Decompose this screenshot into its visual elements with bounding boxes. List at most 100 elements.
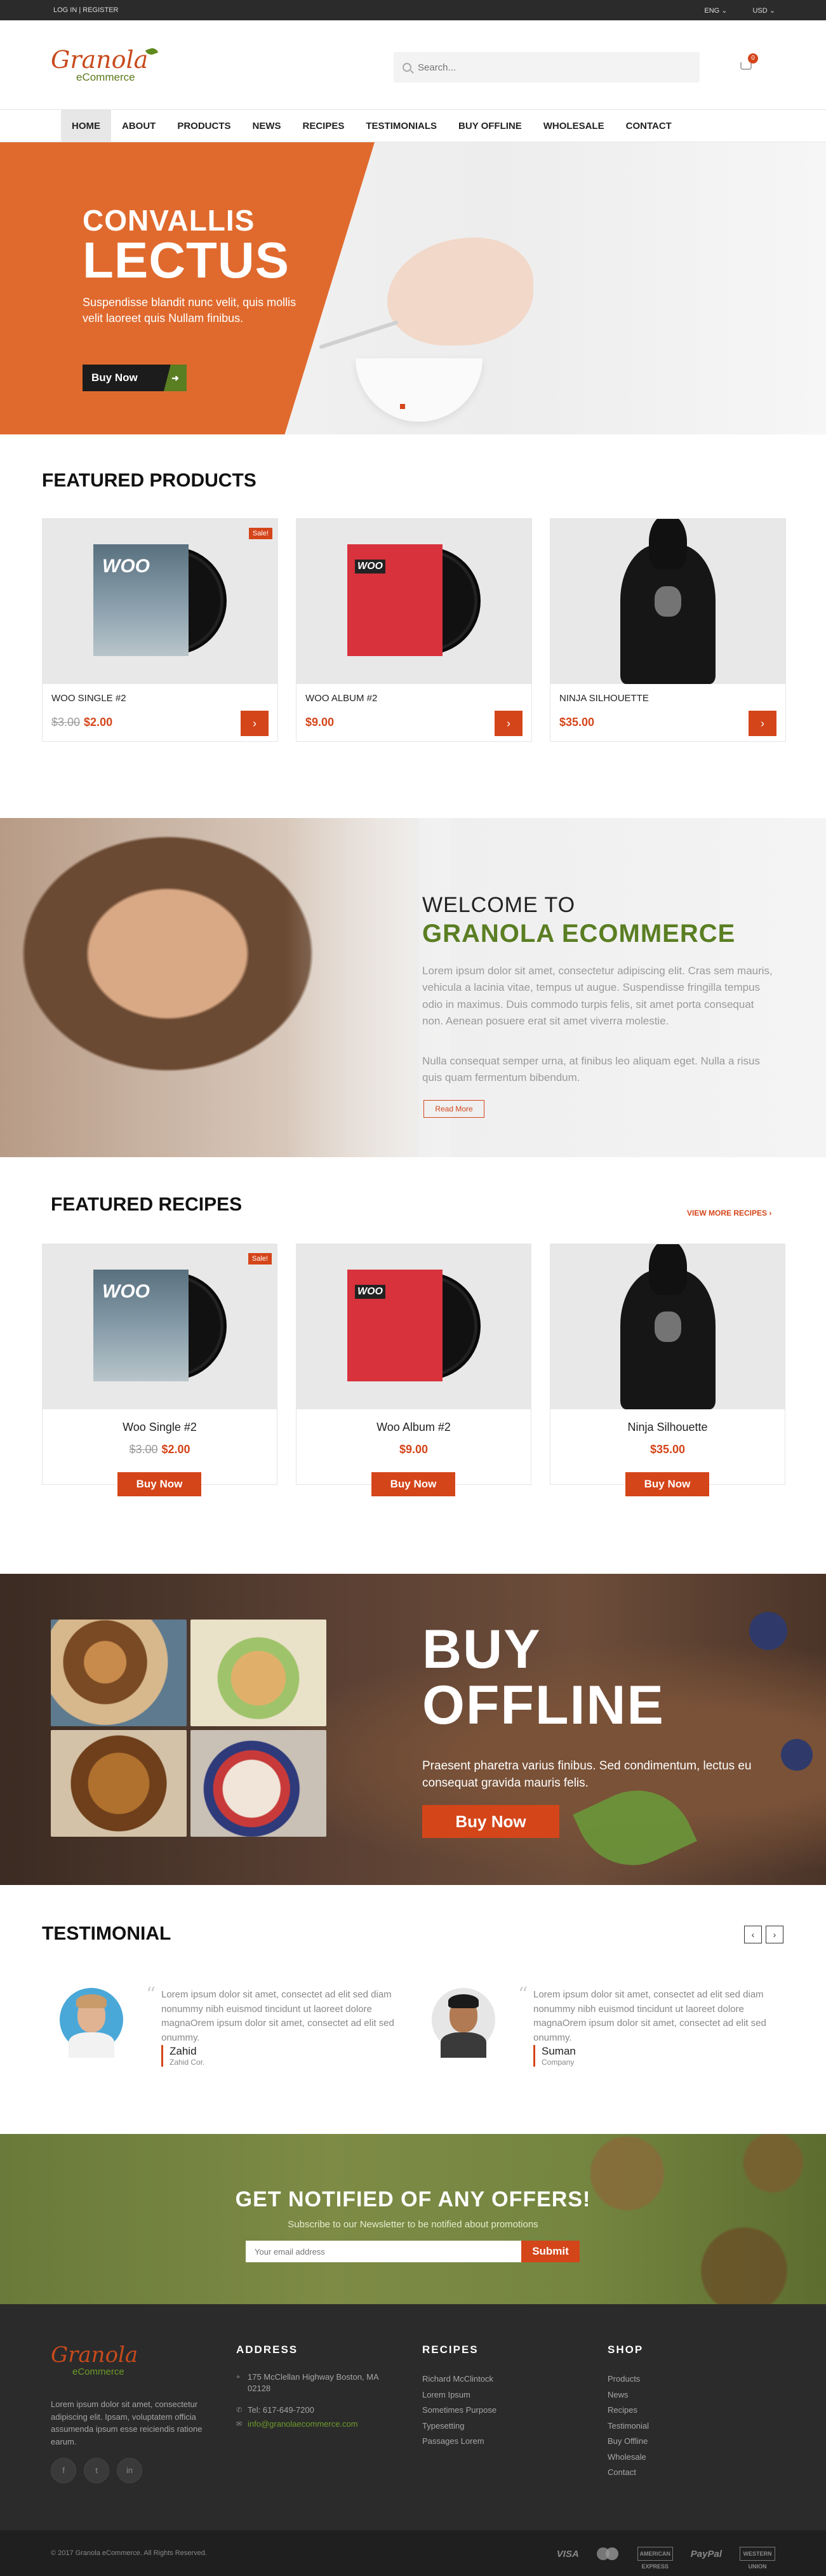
slider-dot[interactable] <box>400 404 405 409</box>
recipe-buy-now-button[interactable]: Buy Now <box>371 1472 455 1496</box>
testimonial-prev-button[interactable]: ‹ <box>744 1926 762 1943</box>
hero-lead: Suspendisse blandit nunc velit, quis mol… <box>83 296 296 325</box>
chevron-right-icon: › <box>253 717 256 730</box>
add-to-cart-button[interactable]: › <box>241 711 269 736</box>
product-card[interactable]: NINJA SILHOUETTE $35.00 › <box>550 518 786 742</box>
footer-recipes-column: RECIPES Richard McClintock Lorem Ipsum S… <box>422 2344 496 2450</box>
recipe-price: $3.00 $2.00 <box>43 1443 277 1456</box>
recipe-card[interactable]: Ninja Silhouette $35.00 <box>550 1244 785 1485</box>
testimonial-next-button[interactable]: › <box>766 1926 783 1943</box>
nav-wholesale[interactable]: WHOLESALE <box>533 110 615 143</box>
footer-shop-link[interactable]: Products <box>608 2371 649 2387</box>
recipe-current-price: $35.00 <box>649 1443 686 1456</box>
search-box <box>394 52 700 83</box>
buy-offline-title-line1: BUY <box>422 1619 542 1680</box>
hero-buy-now-label: Buy Now <box>91 372 138 384</box>
hero-title-big: LECTUS <box>83 232 290 288</box>
footer-logo-subtitle: eCommerce <box>72 2366 124 2377</box>
product-image[interactable]: WOO <box>296 519 531 684</box>
footer-recipes-title: RECIPES <box>422 2344 479 2356</box>
nav-news[interactable]: NEWS <box>242 110 292 143</box>
buy-offline-section: BUY OFFLINE Praesent pharetra varius fin… <box>0 1574 826 1885</box>
mastercard-icon <box>596 2547 620 2560</box>
footer-shop-link[interactable]: Contact <box>608 2465 649 2481</box>
nav-products[interactable]: PRODUCTS <box>166 110 241 143</box>
cart-button[interactable]: 0 <box>738 53 758 74</box>
product-image[interactable]: WOO Sale! <box>43 519 277 684</box>
address-street: 175 McClellan Highway Boston, MA 02128 <box>248 2372 378 2393</box>
language-select[interactable]: ENG ⌄ <box>704 6 727 15</box>
product-current-price: $9.00 <box>305 716 335 728</box>
footer-shop-title: SHOP <box>608 2344 644 2356</box>
hero-buy-now-button[interactable]: Buy Now ➜ <box>83 365 187 391</box>
nav-about[interactable]: ABOUT <box>111 110 166 143</box>
address-email[interactable]: info@granolaecommerce.com <box>248 2418 358 2430</box>
recipe-buy-now-button[interactable]: Buy Now <box>117 1472 201 1496</box>
site-header: Granola eCommerce 0 <box>0 20 826 109</box>
recipe-image[interactable] <box>550 1244 785 1409</box>
newsletter-submit-button[interactable]: Submit <box>521 2241 580 2262</box>
recipe-name[interactable]: Woo Single #2 <box>43 1421 277 1434</box>
logo[interactable]: Granola eCommerce <box>51 46 178 103</box>
nav-home[interactable]: HOME <box>61 110 111 143</box>
product-current-price: $35.00 <box>559 716 595 728</box>
cart-icon <box>740 62 752 70</box>
blueberry-image <box>749 1612 787 1650</box>
footer-shop-link[interactable]: News <box>608 2387 649 2403</box>
recipe-price: $9.00 <box>296 1443 531 1456</box>
newsletter-email-input[interactable] <box>246 2241 521 2262</box>
account-links[interactable]: LOG IN | REGISTER <box>53 6 119 14</box>
welcome-paragraph-2: Nulla consequat semper urna, at finibus … <box>422 1055 761 1084</box>
quote-icon: “ <box>518 1983 528 2006</box>
product-card[interactable]: WOO WOO ALBUM #2 $9.00 › <box>296 518 532 742</box>
search-icon[interactable] <box>403 63 411 72</box>
sale-badge: Sale! <box>248 1253 272 1265</box>
nav-recipes[interactable]: RECIPES <box>292 110 356 143</box>
footer-recipe-link[interactable]: Passages Lorem <box>422 2434 496 2450</box>
linkedin-icon[interactable]: in <box>117 2458 142 2483</box>
currency-select[interactable]: USD ⌄ <box>752 6 775 15</box>
address-item: ✉ info@granolaecommerce.com <box>236 2418 400 2430</box>
product-name[interactable]: WOO SINGLE #2 <box>51 693 126 704</box>
album-sleeve: WOO <box>93 1270 189 1381</box>
footer-recipe-link[interactable]: Richard McClintock <box>422 2371 496 2387</box>
search-input[interactable] <box>418 62 672 73</box>
footer-recipe-link[interactable]: Typesetting <box>422 2418 496 2434</box>
footer-shop-link[interactable]: Testimonial <box>608 2418 649 2434</box>
footer-shop-link[interactable]: Wholesale <box>608 2450 649 2465</box>
testimonial-text: Lorem ipsum dolor sit amet, consectet ad… <box>161 1989 394 2043</box>
recipe-buy-now-button[interactable]: Buy Now <box>625 1472 709 1496</box>
recipe-name[interactable]: Ninja Silhouette <box>550 1421 785 1434</box>
footer-recipe-link[interactable]: Lorem Ipsum <box>422 2387 496 2403</box>
newsletter-section: GET NOTIFIED OF ANY OFFERS! Subscribe to… <box>0 2134 826 2304</box>
avatar-shirt <box>441 2032 486 2058</box>
recipe-image[interactable]: WOO Sale! <box>43 1244 277 1409</box>
buy-offline-title: BUY OFFLINE <box>422 1619 665 1733</box>
address-item: ⌖ 175 McClellan Highway Boston, MA 02128 <box>236 2371 400 2394</box>
facebook-icon[interactable]: f <box>51 2458 76 2483</box>
read-more-button[interactable]: Read More <box>423 1100 484 1118</box>
buy-offline-button[interactable]: Buy Now <box>422 1805 559 1838</box>
add-to-cart-button[interactable]: › <box>495 711 523 736</box>
nav-contact[interactable]: CONTACT <box>615 110 683 143</box>
nav-buy-offline[interactable]: BUY OFFLINE <box>448 110 533 143</box>
footer-recipe-link[interactable]: Sometimes Purpose <box>422 2403 496 2418</box>
paypal-icon: PayPal <box>690 2548 722 2559</box>
nav-testimonials[interactable]: TESTIMONIALS <box>355 110 448 143</box>
twitter-icon[interactable]: t <box>84 2458 109 2483</box>
recipe-image[interactable]: WOO <box>296 1244 531 1409</box>
recipe-card[interactable]: WOO Sale! Woo Single #2 $3.00 $2.00 <box>42 1244 277 1485</box>
footer-logo[interactable]: Granola eCommerce <box>51 2342 138 2377</box>
recipe-name[interactable]: Woo Album #2 <box>296 1421 531 1434</box>
product-name[interactable]: WOO ALBUM #2 <box>305 693 377 704</box>
add-to-cart-button[interactable]: › <box>749 711 776 736</box>
product-name[interactable]: NINJA SILHOUETTE <box>559 693 649 704</box>
view-more-recipes-link[interactable]: VIEW MORE RECIPES › <box>687 1209 771 1218</box>
welcome-heading-line1: WELCOME TO <box>422 893 576 917</box>
recipe-card[interactable]: WOO Woo Album #2 $9.00 <box>296 1244 531 1485</box>
footer-shop-link[interactable]: Recipes <box>608 2403 649 2418</box>
product-card[interactable]: WOO Sale! WOO SINGLE #2 $3.00 $2.00 › <box>42 518 278 742</box>
hero-slider: CONVALLIS LECTUS Suspendisse blandit nun… <box>0 142 826 434</box>
product-image[interactable] <box>550 519 785 684</box>
footer-shop-link[interactable]: Buy Offline <box>608 2434 649 2450</box>
